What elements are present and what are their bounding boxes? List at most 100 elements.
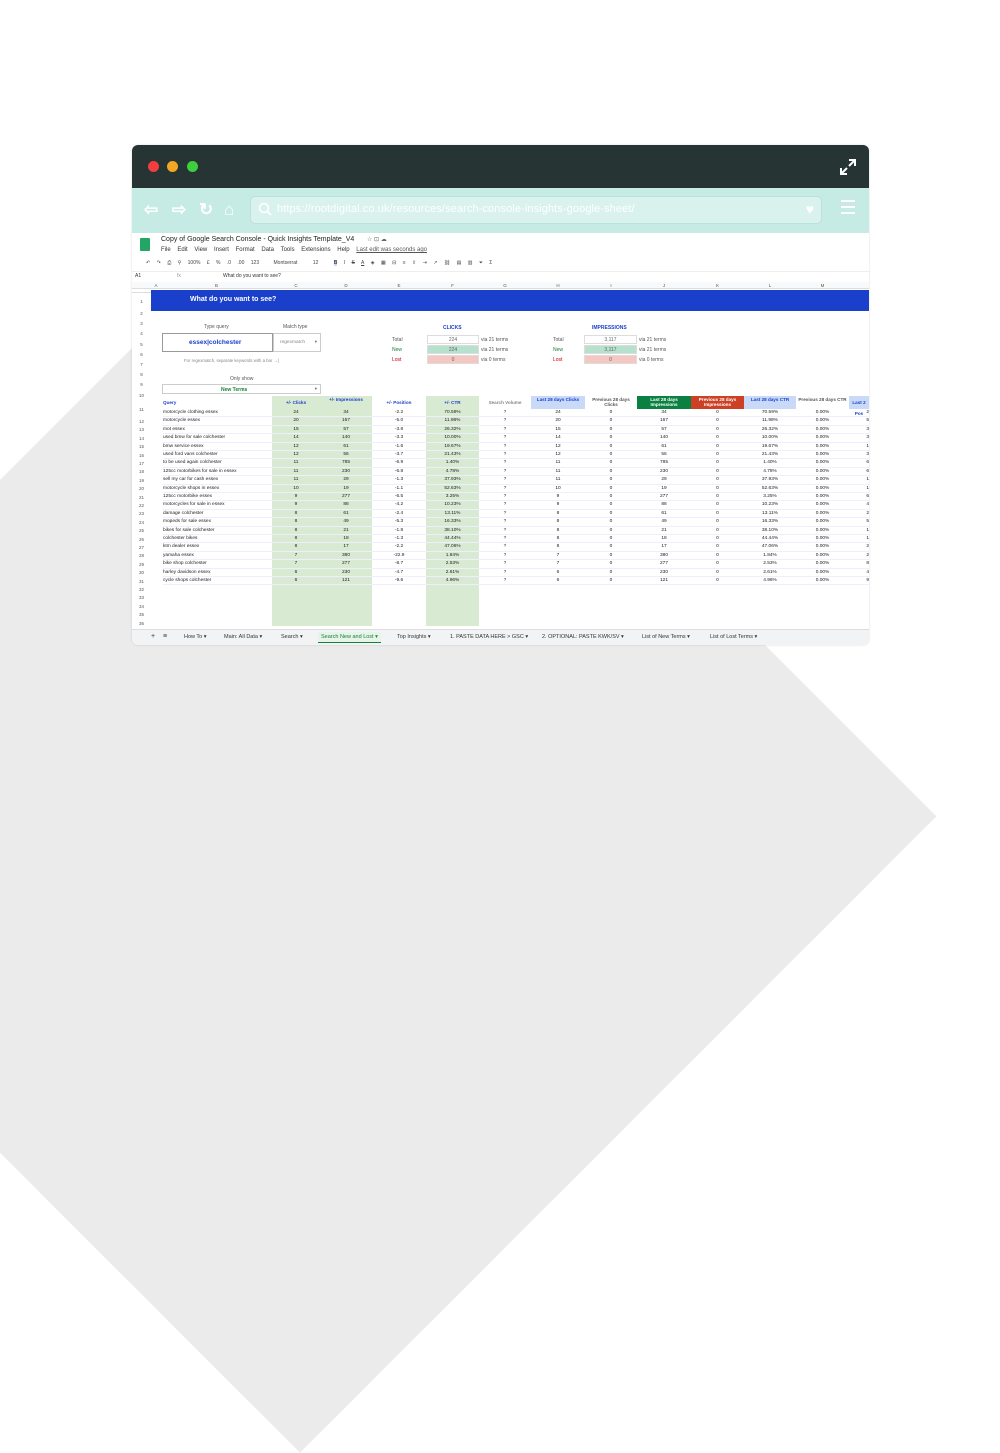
table-header[interactable]: Previous 28 days Clicks bbox=[585, 396, 637, 409]
table-header[interactable]: +/- Clicks bbox=[272, 396, 320, 409]
table-cell[interactable]: 19.67% bbox=[744, 443, 796, 451]
table-cell[interactable]: 785 bbox=[637, 459, 691, 468]
wrap-icon[interactable]: ⇥ bbox=[423, 260, 427, 266]
table-cell-query[interactable]: bmw service essex bbox=[163, 443, 274, 451]
table-cell[interactable]: 37.93% bbox=[426, 476, 479, 485]
column-header-m[interactable]: M bbox=[796, 283, 849, 288]
table-cell[interactable]: 1.84% bbox=[426, 551, 479, 561]
row-number[interactable]: 30 bbox=[132, 570, 151, 575]
column-header-c[interactable]: C bbox=[272, 283, 320, 288]
table-cell[interactable]: 8 bbox=[531, 518, 585, 527]
table-cell[interactable]: 26.32% bbox=[744, 426, 796, 435]
row-number[interactable]: 35 bbox=[132, 612, 151, 617]
last-edit-link[interactable]: Last edit was seconds ago bbox=[356, 247, 427, 253]
table-cell[interactable]: -2.2 bbox=[372, 543, 426, 552]
table-cell[interactable]: 0 bbox=[585, 443, 637, 451]
table-cell[interactable]: ? bbox=[479, 468, 531, 477]
table-cell[interactable]: 8 bbox=[272, 526, 320, 535]
table-cell[interactable]: 19 bbox=[637, 485, 691, 493]
row-number[interactable]: 21 bbox=[132, 495, 151, 500]
table-cell[interactable]: 2 bbox=[849, 409, 869, 418]
sheets-logo-icon[interactable] bbox=[140, 238, 150, 251]
row-number[interactable]: 1 bbox=[132, 299, 151, 304]
table-cell[interactable]: 0 bbox=[691, 577, 744, 586]
row-number[interactable]: 9 bbox=[132, 382, 151, 387]
table-cell[interactable]: 5 bbox=[849, 518, 869, 527]
table-cell[interactable]: 0 bbox=[585, 409, 637, 418]
table-cell[interactable]: 6 bbox=[849, 493, 869, 502]
merge-icon[interactable]: ⊟ bbox=[392, 260, 396, 266]
table-cell[interactable]: 0.00% bbox=[796, 510, 849, 519]
table-cell[interactable]: -6.5 bbox=[372, 493, 426, 502]
comment-icon[interactable]: ▤ bbox=[457, 260, 462, 266]
table-cell[interactable]: 15 bbox=[531, 426, 585, 435]
table-cell[interactable]: 4 bbox=[849, 501, 869, 510]
table-cell[interactable]: 20 bbox=[272, 417, 320, 426]
table-cell[interactable]: 70.59% bbox=[426, 409, 479, 418]
table-cell[interactable]: 0 bbox=[691, 417, 744, 426]
table-cell[interactable]: 2.61% bbox=[426, 568, 479, 577]
table-cell[interactable]: 12 bbox=[531, 451, 585, 460]
table-cell[interactable]: 13.11% bbox=[744, 510, 796, 519]
table-cell[interactable]: 47.06% bbox=[426, 543, 479, 552]
table-cell[interactable]: 13.11% bbox=[426, 509, 479, 519]
table-cell[interactable]: 4.96% bbox=[426, 577, 479, 586]
table-header[interactable]: Search Volume bbox=[479, 396, 531, 409]
table-cell[interactable]: 4.96% bbox=[744, 577, 796, 586]
table-cell[interactable]: 88 bbox=[637, 501, 691, 510]
table-cell[interactable]: 0 bbox=[691, 409, 744, 418]
menu-view[interactable]: View bbox=[194, 247, 207, 253]
table-cell[interactable]: 3.25% bbox=[744, 493, 796, 502]
table-cell[interactable]: 0 bbox=[691, 501, 744, 510]
table-cell[interactable]: -1.3 bbox=[372, 535, 426, 544]
table-cell[interactable]: 8 bbox=[272, 518, 320, 527]
table-cell[interactable]: 0.00% bbox=[796, 443, 849, 451]
borders-icon[interactable]: ▦ bbox=[381, 260, 386, 266]
table-cell[interactable]: 52.63% bbox=[744, 485, 796, 493]
table-cell[interactable]: 34 bbox=[320, 409, 372, 418]
table-cell[interactable]: 0 bbox=[691, 518, 744, 527]
table-cell[interactable]: 15 bbox=[272, 425, 320, 435]
table-cell[interactable]: 0 bbox=[691, 527, 744, 535]
table-cell[interactable]: 167 bbox=[637, 417, 691, 426]
table-cell[interactable]: 44.44% bbox=[426, 535, 479, 544]
table-cell-query[interactable]: used ford vans colchester bbox=[163, 451, 274, 460]
table-cell[interactable]: 11 bbox=[272, 476, 320, 485]
table-cell[interactable]: 57 bbox=[320, 425, 372, 435]
table-cell[interactable]: 10 bbox=[272, 484, 320, 493]
table-cell[interactable]: 4.78% bbox=[426, 467, 479, 477]
table-cell-query[interactable]: sell my car for cash essex bbox=[163, 476, 274, 485]
table-cell[interactable]: ? bbox=[479, 493, 531, 502]
table-cell[interactable]: 167 bbox=[320, 417, 372, 426]
row-number[interactable]: 22 bbox=[132, 503, 151, 508]
all-sheets-icon[interactable]: ≡ bbox=[163, 633, 167, 640]
row-number[interactable]: 3 bbox=[132, 321, 151, 326]
table-cell[interactable]: 0.00% bbox=[796, 417, 849, 426]
row-number[interactable]: 7 bbox=[132, 362, 151, 367]
paint-format-icon[interactable]: ⚲ bbox=[178, 260, 182, 266]
table-cell[interactable]: 0 bbox=[585, 560, 637, 569]
table-cell[interactable]: 9 bbox=[272, 493, 320, 502]
table-cell-query[interactable]: bike shop colchester bbox=[163, 560, 274, 569]
column-header-e[interactable]: E bbox=[372, 283, 426, 288]
table-cell[interactable]: 38.10% bbox=[426, 526, 479, 535]
table-cell[interactable]: 37.93% bbox=[744, 476, 796, 485]
table-cell[interactable]: 7 bbox=[531, 560, 585, 569]
table-cell[interactable]: 6 bbox=[849, 468, 869, 477]
column-header-b[interactable]: B bbox=[161, 283, 272, 288]
table-cell[interactable]: 5 bbox=[849, 417, 869, 426]
table-cell[interactable]: 29 bbox=[320, 476, 372, 485]
table-cell[interactable]: 61 bbox=[320, 509, 372, 519]
table-cell[interactable]: 0 bbox=[691, 485, 744, 493]
table-cell[interactable]: 4.78% bbox=[744, 468, 796, 477]
table-cell[interactable]: -1.1 bbox=[372, 485, 426, 493]
table-cell[interactable]: 0 bbox=[585, 459, 637, 468]
table-cell[interactable]: 0 bbox=[585, 434, 637, 443]
table-cell[interactable]: 0 bbox=[585, 518, 637, 527]
table-cell[interactable]: 0 bbox=[585, 543, 637, 552]
table-cell[interactable]: 230 bbox=[637, 569, 691, 577]
table-cell-query[interactable]: mopeds for sale essex bbox=[163, 518, 274, 527]
valign-icon[interactable]: ⇳ bbox=[412, 260, 416, 266]
table-cell[interactable]: 0 bbox=[585, 485, 637, 493]
column-header-g[interactable]: G bbox=[479, 283, 531, 288]
